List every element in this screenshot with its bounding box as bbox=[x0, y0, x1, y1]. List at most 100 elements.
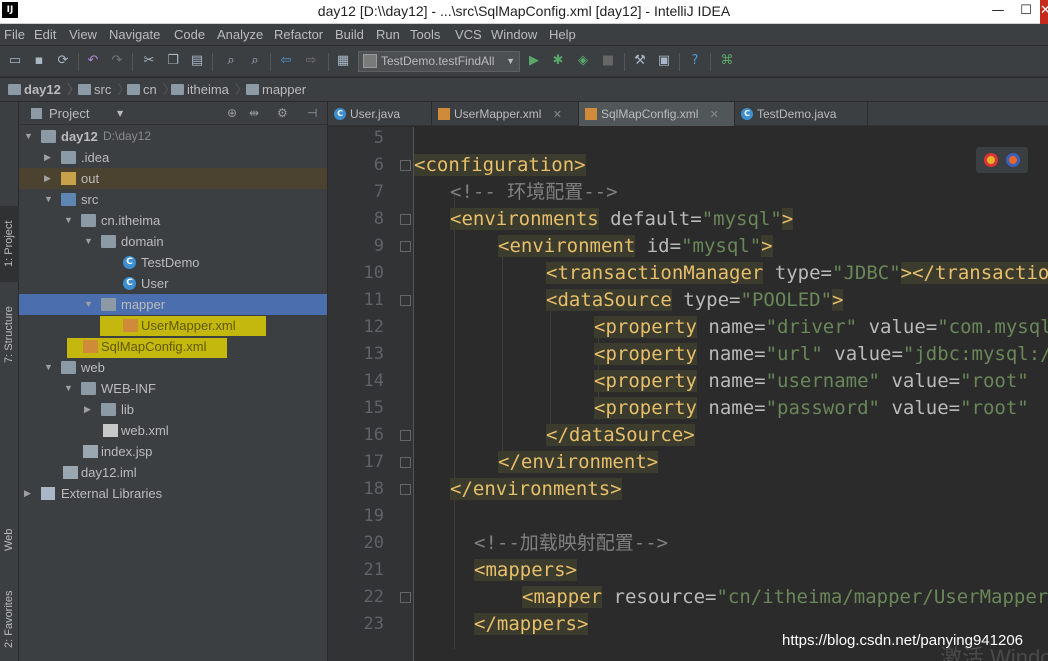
chevron-down-icon[interactable]: ▼ bbox=[44, 189, 53, 210]
chevron-down-icon[interactable]: ▼ bbox=[84, 294, 93, 315]
back-icon[interactable]: ⇦ bbox=[277, 52, 295, 70]
settings-icon[interactable]: ⚒ bbox=[631, 52, 649, 70]
close-button[interactable]: ✕ bbox=[1040, 0, 1048, 24]
paste-icon[interactable]: ▤ bbox=[188, 52, 206, 70]
redo-icon[interactable]: ↷ bbox=[108, 52, 126, 70]
forward-icon[interactable]: ⇨ bbox=[302, 52, 320, 70]
menu-build[interactable]: Build bbox=[335, 24, 364, 46]
menu-window[interactable]: Window bbox=[491, 24, 537, 46]
collapse-icon[interactable]: ⇹ bbox=[249, 102, 259, 125]
tree-item-external-libraries[interactable]: ▶ External Libraries bbox=[19, 483, 327, 504]
tab-web[interactable]: Web bbox=[0, 520, 19, 560]
menu-view[interactable]: View bbox=[69, 24, 97, 46]
code-editor[interactable]: <configuration> <!-- 环境配置--> <environments… bbox=[414, 127, 1048, 661]
save-icon[interactable]: ▪ bbox=[30, 52, 48, 70]
locate-icon[interactable]: ⊕ bbox=[227, 102, 237, 125]
firefox-icon[interactable] bbox=[1006, 153, 1020, 167]
chevron-down-icon[interactable]: ▼ bbox=[84, 231, 93, 252]
help-icon[interactable]: ? bbox=[686, 52, 704, 70]
tree-item-lib[interactable]: ▶ lib bbox=[19, 399, 327, 420]
close-icon[interactable]: ✕ bbox=[710, 109, 719, 121]
chevron-right-icon[interactable]: ▶ bbox=[44, 168, 51, 189]
chevron-right-icon[interactable]: ▶ bbox=[24, 483, 31, 504]
menu-navigate[interactable]: Navigate bbox=[109, 24, 160, 46]
cut-icon[interactable]: ✂ bbox=[140, 52, 158, 70]
menu-file[interactable]: File bbox=[4, 24, 25, 46]
menu-edit[interactable]: Edit bbox=[34, 24, 56, 46]
tree-item-user[interactable]: C User bbox=[19, 273, 327, 294]
open-folder-icon[interactable]: ▭ bbox=[6, 52, 24, 70]
tree-item-domain[interactable]: ▼ domain bbox=[19, 231, 327, 252]
tab-testdemo-java[interactable]: C TestDemo.java bbox=[735, 102, 868, 126]
tab-usermapper-xml[interactable]: UserMapper.xml ✕ bbox=[432, 102, 579, 126]
tab-favorites[interactable]: 2: Favorites bbox=[0, 580, 19, 658]
fold-marker-icon[interactable] bbox=[400, 214, 411, 225]
sync-icon[interactable]: ⟳ bbox=[54, 52, 72, 70]
find-icon[interactable]: ⌕ bbox=[222, 52, 240, 70]
breadcrumb-item[interactable]: src 〉 bbox=[76, 78, 130, 102]
tab-project[interactable]: 1: Project bbox=[0, 206, 19, 282]
code-line: <environments default="mysql"> bbox=[450, 206, 794, 233]
tree-item-src[interactable]: ▼ src bbox=[19, 189, 327, 210]
menu-help[interactable]: Help bbox=[549, 24, 576, 46]
tree-item-usermapper-xml[interactable]: UserMapper.xml bbox=[19, 315, 327, 336]
tree-item-sqlmapconfig-xml[interactable]: SqlMapConfig.xml bbox=[19, 336, 327, 358]
project-structure-icon[interactable]: ▣ bbox=[655, 52, 673, 70]
fold-marker-icon[interactable] bbox=[400, 592, 411, 603]
tab-structure[interactable]: 7: Structure bbox=[0, 292, 19, 378]
breadcrumb-item[interactable]: day12 〉 bbox=[6, 78, 80, 102]
chevron-right-icon[interactable]: ▶ bbox=[44, 147, 51, 168]
tree-item-idea[interactable]: ▶ .idea bbox=[19, 147, 327, 168]
run-configuration-select[interactable]: TestDemo.testFindAll ▼ bbox=[358, 51, 520, 72]
minimize-button[interactable]: — bbox=[984, 0, 1012, 24]
debug-icon[interactable]: ✱ bbox=[549, 52, 567, 70]
breadcrumb-item[interactable]: mapper bbox=[244, 78, 306, 102]
xml-comment: <!-- 环境配置--> bbox=[450, 181, 618, 203]
copy-icon[interactable]: ❐ bbox=[164, 52, 182, 70]
menu-run[interactable]: Run bbox=[376, 24, 400, 46]
tree-item-web-xml[interactable]: web.xml bbox=[19, 420, 327, 441]
plugin-icon[interactable]: ⌘ bbox=[718, 52, 736, 70]
tab-sqlmapconfig-xml[interactable]: SqlMapConfig.xml ✕ bbox=[579, 102, 735, 126]
coverage-icon[interactable]: ◈ bbox=[574, 52, 592, 70]
hide-icon[interactable]: ⊣ bbox=[307, 102, 317, 125]
tree-item-day12-iml[interactable]: day12.iml bbox=[19, 462, 327, 483]
chrome-icon[interactable] bbox=[984, 153, 998, 167]
chevron-down-icon[interactable]: ▼ bbox=[44, 357, 53, 378]
fold-marker-icon[interactable] bbox=[400, 430, 411, 441]
fold-marker-icon[interactable] bbox=[400, 295, 411, 306]
tree-item-index-jsp[interactable]: index.jsp bbox=[19, 441, 327, 462]
menu-tools[interactable]: Tools bbox=[410, 24, 440, 46]
fold-marker-icon[interactable] bbox=[400, 160, 411, 171]
chevron-down-icon[interactable]: ▼ bbox=[64, 210, 73, 231]
breadcrumb-item[interactable]: itheima 〉 bbox=[169, 78, 248, 102]
tree-item-web[interactable]: ▼ web bbox=[19, 357, 327, 378]
menu-vcs[interactable]: VCS bbox=[455, 24, 482, 46]
chevron-down-icon[interactable]: ▼ bbox=[64, 378, 73, 399]
project-view-select[interactable]: Project bbox=[49, 102, 89, 125]
tree-item-out[interactable]: ▶ out bbox=[19, 168, 327, 189]
stop-icon[interactable]: ■ bbox=[599, 52, 617, 70]
close-icon[interactable]: ✕ bbox=[553, 109, 562, 121]
fold-marker-icon[interactable] bbox=[400, 484, 411, 495]
replace-icon[interactable]: ⌕ bbox=[246, 52, 264, 70]
fold-marker-icon[interactable] bbox=[400, 241, 411, 252]
chevron-down-icon[interactable]: ▼ bbox=[24, 126, 33, 147]
tree-item-testdemo[interactable]: C TestDemo bbox=[19, 252, 327, 273]
maximize-button[interactable]: ☐ bbox=[1012, 0, 1040, 24]
build-icon[interactable]: ▦ bbox=[334, 52, 352, 70]
tree-item-day12[interactable]: ▼ day12 D:\day12 bbox=[19, 126, 327, 147]
menu-refactor[interactable]: Refactor bbox=[274, 24, 323, 46]
tree-item-web-inf[interactable]: ▼ WEB-INF bbox=[19, 378, 327, 399]
tab-user-java[interactable]: C User.java bbox=[328, 102, 432, 126]
chevron-right-icon[interactable]: ▶ bbox=[84, 399, 91, 420]
undo-icon[interactable]: ↶ bbox=[84, 52, 102, 70]
tree-item-mapper[interactable]: ▼ mapper bbox=[19, 294, 327, 315]
chevron-down-icon[interactable]: ▼ bbox=[117, 102, 123, 125]
menu-analyze[interactable]: Analyze bbox=[217, 24, 263, 46]
gear-icon[interactable]: ⚙ bbox=[277, 102, 288, 125]
run-icon[interactable]: ▶ bbox=[525, 52, 543, 70]
menu-code[interactable]: Code bbox=[174, 24, 205, 46]
tree-item-cn-itheima[interactable]: ▼ cn.itheima bbox=[19, 210, 327, 231]
fold-marker-icon[interactable] bbox=[400, 457, 411, 468]
